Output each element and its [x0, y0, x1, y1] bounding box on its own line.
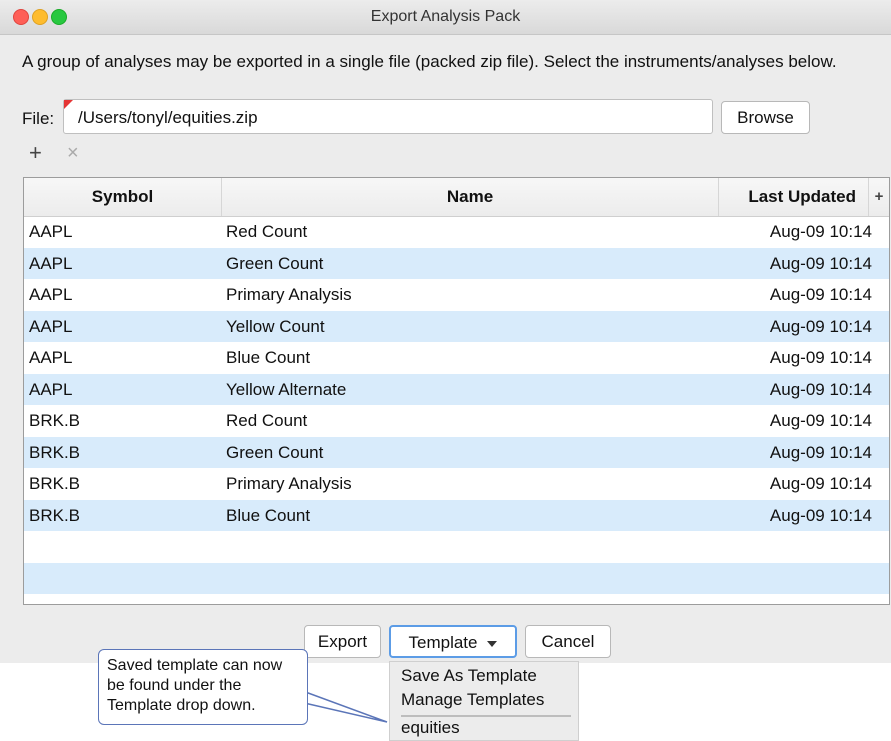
table-body: AAPL Red Count Aug-09 10:14 AAPL Green C…	[24, 216, 889, 594]
menu-item-manage-templates[interactable]: Manage Templates	[401, 690, 544, 710]
cell-last-updated: Aug-09 10:14	[769, 222, 872, 241]
cell-symbol: AAPL	[29, 348, 73, 367]
cell-name: Green Count	[226, 253, 324, 273]
table-row[interactable]: BRK.B Blue Count Aug-09 10:14	[24, 499, 889, 531]
cell-last-updated: Aug-09 10:14	[769, 316, 872, 336]
dialog-description: A group of analyses may be exported in a…	[22, 52, 837, 71]
close-icon[interactable]: ×	[67, 142, 79, 165]
cell-last-updated: Aug-09 10:14	[769, 505, 872, 525]
chevron-down-icon	[487, 640, 498, 647]
cancel-button[interactable]: Cancel	[525, 625, 611, 658]
menu-item-save-as-template[interactable]: Save As Template	[401, 666, 537, 686]
cell-symbol: AAPL	[29, 253, 73, 273]
cell-last-updated: Aug-09 10:14	[769, 253, 872, 273]
cell-symbol: AAPL	[29, 285, 73, 304]
annotation-callout: Saved template can now be found under th…	[98, 649, 308, 725]
file-path-value: /Users/tonyl/equities.zip	[78, 108, 258, 127]
add-column-icon[interactable]: +	[869, 178, 889, 216]
cell-name: Green Count	[226, 442, 324, 462]
menu-divider	[401, 715, 571, 717]
export-dialog-window: Export Analysis Pack A group of analyses…	[0, 0, 891, 663]
validation-flag-icon	[64, 100, 73, 109]
template-dropdown-menu: Save As Template Manage Templates equiti…	[389, 661, 579, 741]
cell-last-updated: Aug-09 10:14	[769, 411, 872, 430]
template-dropdown-button[interactable]: Template	[389, 625, 517, 658]
cell-symbol: AAPL	[29, 379, 73, 399]
empty-row	[24, 562, 889, 594]
cell-last-updated: Aug-09 10:14	[769, 474, 872, 493]
file-path-input[interactable]: /Users/tonyl/equities.zip	[63, 99, 713, 134]
table-row[interactable]: BRK.B Red Count Aug-09 10:14	[24, 405, 889, 437]
column-header-last-updated[interactable]: Last Updated	[719, 178, 869, 216]
cell-name: Primary Analysis	[226, 285, 352, 304]
cell-name: Blue Count	[226, 505, 311, 525]
cell-symbol: BRK.B	[29, 505, 81, 525]
table-row[interactable]: AAPL Blue Count Aug-09 10:14	[24, 342, 889, 374]
table-row[interactable]: AAPL Red Count Aug-09 10:14	[24, 216, 889, 248]
cell-last-updated: Aug-09 10:14	[769, 442, 872, 462]
cell-name: Primary Analysis	[226, 474, 352, 493]
plus-icon[interactable]: +	[29, 140, 42, 166]
table-header: Symbol Name Last Updated +	[24, 178, 889, 217]
column-header-name[interactable]: Name	[222, 178, 719, 216]
table-row[interactable]: AAPL Yellow Alternate Aug-09 10:14	[24, 373, 889, 405]
export-button[interactable]: Export	[304, 625, 381, 658]
table-row[interactable]: AAPL Green Count Aug-09 10:14	[24, 247, 889, 279]
analysis-table[interactable]: Symbol Name Last Updated + AAPL Red Coun…	[23, 177, 890, 605]
table-row[interactable]: BRK.B Primary Analysis Aug-09 10:14	[24, 468, 889, 500]
title-bar[interactable]: Export Analysis Pack	[0, 0, 891, 35]
cell-last-updated: Aug-09 10:14	[769, 348, 872, 367]
column-header-symbol[interactable]: Symbol	[24, 178, 222, 216]
window-title: Export Analysis Pack	[370, 8, 521, 25]
cell-name: Red Count	[226, 222, 308, 241]
table-row[interactable]: AAPL Yellow Count Aug-09 10:14	[24, 310, 889, 342]
template-button-label: Template	[408, 633, 478, 652]
cell-name: Yellow Alternate	[226, 379, 347, 399]
cell-symbol: AAPL	[29, 222, 73, 241]
cell-symbol: AAPL	[29, 316, 73, 336]
file-label: File:	[22, 109, 55, 128]
empty-row	[24, 531, 889, 563]
cell-symbol: BRK.B	[29, 411, 81, 430]
cell-symbol: BRK.B	[29, 474, 81, 493]
cell-name: Red Count	[226, 411, 308, 430]
cell-name: Blue Count	[226, 348, 311, 367]
table-row[interactable]: BRK.B Green Count Aug-09 10:14	[24, 436, 889, 468]
menu-item-saved-template[interactable]: equities	[401, 718, 460, 738]
cell-symbol: BRK.B	[29, 442, 81, 462]
cell-name: Yellow Count	[226, 316, 325, 336]
browse-button[interactable]: Browse	[721, 101, 810, 134]
cell-last-updated: Aug-09 10:14	[769, 379, 872, 399]
cell-last-updated: Aug-09 10:14	[769, 285, 872, 304]
table-row[interactable]: AAPL Primary Analysis Aug-09 10:14	[24, 279, 889, 311]
